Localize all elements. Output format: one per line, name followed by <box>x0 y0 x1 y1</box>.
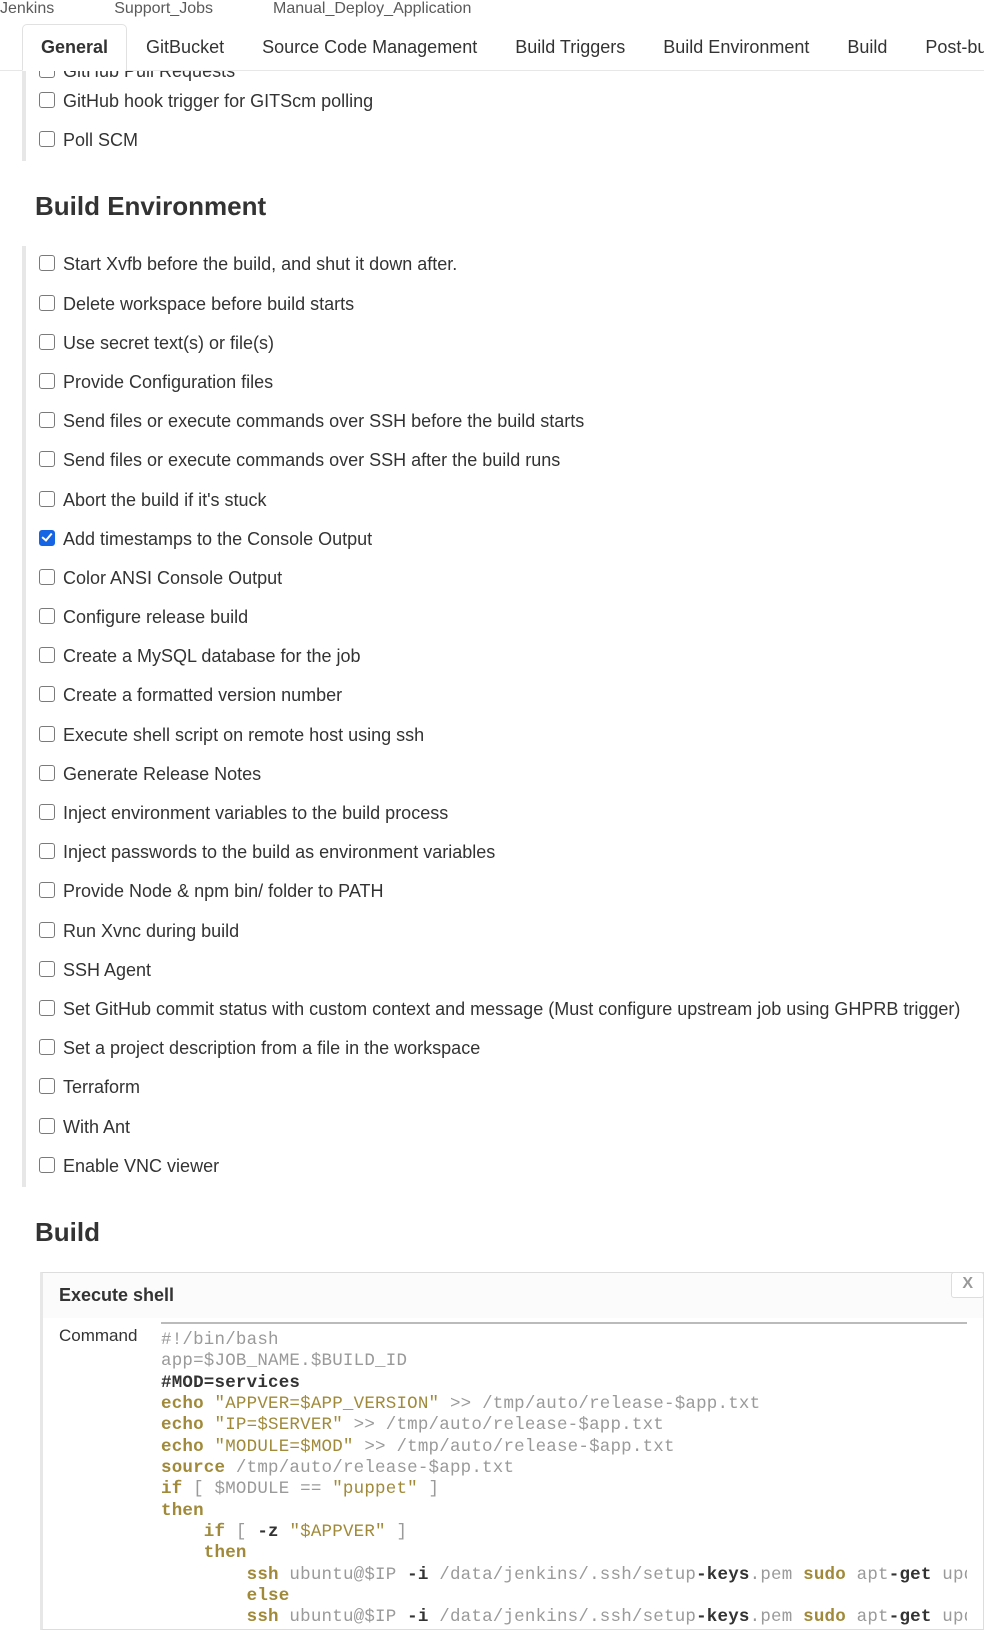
breadcrumb-root[interactable]: Jenkins <box>0 0 54 18</box>
label-ssh-agent: SSH Agent <box>63 958 151 983</box>
checkbox-xvnc[interactable] <box>39 922 55 938</box>
tab-build-env[interactable]: Build Environment <box>644 24 828 70</box>
label-poll-scm: Poll SCM <box>63 128 138 153</box>
label-rel-notes: Generate Release Notes <box>63 762 261 787</box>
checkbox-mysql[interactable] <box>39 647 55 663</box>
tab-post-build[interactable]: Post-build Actions <box>906 24 984 70</box>
label-node-path: Provide Node & npm bin/ folder to PATH <box>63 879 383 904</box>
label-xvfb: Start Xvfb before the build, and shut it… <box>63 252 457 277</box>
label-xvnc: Run Xvnc during build <box>63 919 239 944</box>
checkbox-delete-ws[interactable] <box>39 295 55 311</box>
checkbox-xvfb[interactable] <box>39 255 55 271</box>
label-ssh-before: Send files or execute commands over SSH … <box>63 409 584 434</box>
label-release: Configure release build <box>63 605 248 630</box>
delete-step-button[interactable]: X <box>951 1272 984 1298</box>
tab-scm[interactable]: Source Code Management <box>243 24 496 70</box>
breadcrumb: Jenkins Support_Jobs Manual_Deploy_Appli… <box>0 0 984 24</box>
checkbox-ssh-agent[interactable] <box>39 961 55 977</box>
label-ssh-after: Send files or execute commands over SSH … <box>63 448 560 473</box>
config-tabs: General GitBucket Source Code Management… <box>0 24 984 71</box>
label-inject-env: Inject environment variables to the buil… <box>63 801 448 826</box>
label-mysql: Create a MySQL database for the job <box>63 644 361 669</box>
section-build-triggers: GitHub Pull Requests GitHub hook trigger… <box>22 71 984 161</box>
checkbox-version[interactable] <box>39 686 55 702</box>
label-github-hook: GitHub hook trigger for GITScm polling <box>63 89 373 114</box>
label-github-pr: GitHub Pull Requests <box>63 71 235 83</box>
checkbox-github-pr[interactable] <box>39 71 55 78</box>
command-textarea[interactable]: #!/bin/bash app=$JOB_NAME.$BUILD_ID #MOD… <box>161 1322 967 1629</box>
build-step-execute-shell: X Execute shell Command #!/bin/bash app=… <box>40 1272 984 1630</box>
label-inject-pw: Inject passwords to the build as environ… <box>63 840 495 865</box>
checkbox-ansi[interactable] <box>39 569 55 585</box>
checkbox-proj-desc[interactable] <box>39 1039 55 1055</box>
checkbox-node-path[interactable] <box>39 882 55 898</box>
label-abort: Abort the build if it's stuck <box>63 488 267 513</box>
heading-build-environment: Build Environment <box>35 191 984 222</box>
tab-general[interactable]: General <box>22 24 127 71</box>
section-build-environment: Start Xvfb before the build, and shut it… <box>22 246 984 1187</box>
label-ansi: Color ANSI Console Output <box>63 566 282 591</box>
label-terraform: Terraform <box>63 1075 140 1100</box>
checkbox-release[interactable] <box>39 608 55 624</box>
label-version: Create a formatted version number <box>63 683 342 708</box>
checkbox-secret[interactable] <box>39 334 55 350</box>
breadcrumb-job[interactable]: Manual_Deploy_Application <box>273 0 471 18</box>
checkbox-ant[interactable] <box>39 1118 55 1134</box>
tab-build[interactable]: Build <box>828 24 906 70</box>
checkbox-timestamps[interactable] <box>39 530 55 546</box>
label-secret: Use secret text(s) or file(s) <box>63 331 274 356</box>
label-vnc-viewer: Enable VNC viewer <box>63 1154 219 1179</box>
shell-command-content[interactable]: #!/bin/bash app=$JOB_NAME.$BUILD_ID #MOD… <box>161 1330 967 1629</box>
label-shell-remote: Execute shell script on remote host usin… <box>63 723 424 748</box>
label-gh-commit: Set GitHub commit status with custom con… <box>63 997 960 1022</box>
label-ant: With Ant <box>63 1115 130 1140</box>
tab-build-triggers[interactable]: Build Triggers <box>496 24 644 70</box>
checkbox-terraform[interactable] <box>39 1078 55 1094</box>
build-step-title: Execute shell <box>43 1273 983 1318</box>
checkbox-gh-commit[interactable] <box>39 1000 55 1016</box>
heading-build: Build <box>35 1217 984 1248</box>
label-delete-ws: Delete workspace before build starts <box>63 292 354 317</box>
checkbox-ssh-before[interactable] <box>39 412 55 428</box>
checkbox-ssh-after[interactable] <box>39 451 55 467</box>
label-cfg-files: Provide Configuration files <box>63 370 273 395</box>
checkbox-github-hook[interactable] <box>39 92 55 108</box>
checkbox-cfg-files[interactable] <box>39 373 55 389</box>
breadcrumb-folder[interactable]: Support_Jobs <box>114 0 213 18</box>
checkbox-poll-scm[interactable] <box>39 131 55 147</box>
checkbox-abort[interactable] <box>39 491 55 507</box>
checkbox-vnc-viewer[interactable] <box>39 1157 55 1173</box>
tab-gitbucket[interactable]: GitBucket <box>127 24 243 70</box>
checkbox-shell-remote[interactable] <box>39 726 55 742</box>
checkbox-rel-notes[interactable] <box>39 765 55 781</box>
checkbox-inject-pw[interactable] <box>39 843 55 859</box>
label-proj-desc: Set a project description from a file in… <box>63 1036 480 1061</box>
label-timestamps: Add timestamps to the Console Output <box>63 527 372 552</box>
checkbox-inject-env[interactable] <box>39 804 55 820</box>
command-label: Command <box>59 1322 145 1629</box>
